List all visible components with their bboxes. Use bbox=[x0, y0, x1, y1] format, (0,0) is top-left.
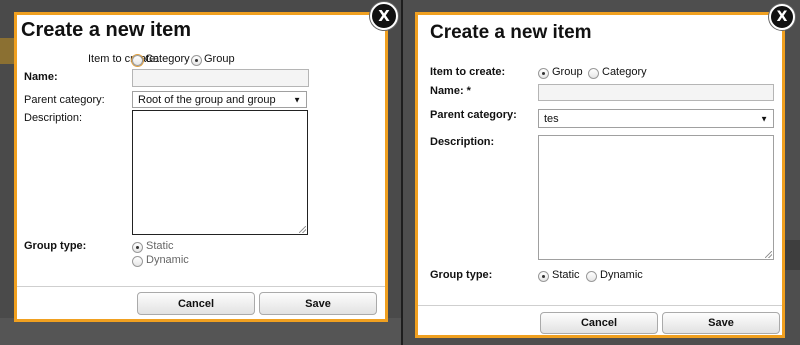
parent-category-value: Root of the group and group bbox=[138, 93, 276, 106]
dynamic-option-label[interactable]: Dynamic bbox=[146, 254, 189, 266]
description-label: Description: bbox=[24, 112, 83, 124]
create-item-dialog: Create a new item Item to create: Group … bbox=[415, 12, 785, 338]
description-textarea[interactable] bbox=[132, 110, 308, 235]
name-input[interactable] bbox=[538, 84, 774, 101]
description-label: Description: bbox=[430, 136, 495, 148]
static-option-label[interactable]: Static bbox=[552, 269, 580, 281]
name-label: Name: * bbox=[430, 85, 471, 97]
dropdown-arrow-icon: ▼ bbox=[293, 95, 301, 104]
background-footer bbox=[0, 318, 401, 345]
category-option-label[interactable]: Category bbox=[145, 53, 190, 65]
name-label: Name: bbox=[24, 71, 58, 83]
parent-category-select[interactable]: tes ▼ bbox=[538, 109, 774, 128]
dialog-title: Create a new item bbox=[430, 22, 592, 43]
name-input[interactable] bbox=[132, 69, 309, 87]
parent-category-label: Parent category: bbox=[430, 109, 517, 121]
left-screenshot: Create a new item Item to create: Catego… bbox=[0, 0, 401, 345]
dynamic-option-label[interactable]: Dynamic bbox=[600, 269, 643, 281]
close-icon[interactable]: X bbox=[370, 2, 398, 30]
cancel-button[interactable]: Cancel bbox=[137, 292, 255, 315]
parent-category-label: Parent category: bbox=[24, 94, 105, 106]
save-button[interactable]: Save bbox=[259, 292, 377, 315]
background-header-strip bbox=[0, 38, 14, 64]
group-option-label[interactable]: Group bbox=[552, 66, 583, 78]
dialog-footer-divider bbox=[17, 286, 385, 287]
item-to-create-label: Item to create: bbox=[430, 66, 506, 78]
category-option-label[interactable]: Category bbox=[602, 66, 647, 78]
resize-grip-icon[interactable] bbox=[765, 251, 772, 258]
category-radio[interactable] bbox=[588, 68, 599, 79]
create-item-dialog: Create a new item Item to create: Catego… bbox=[14, 12, 388, 322]
dynamic-radio[interactable] bbox=[586, 271, 597, 282]
cancel-button[interactable]: Cancel bbox=[540, 312, 658, 334]
static-option-label[interactable]: Static bbox=[146, 240, 174, 252]
static-radio[interactable] bbox=[538, 271, 549, 282]
group-radio[interactable] bbox=[191, 55, 202, 66]
save-button[interactable]: Save bbox=[662, 312, 780, 334]
group-radio[interactable] bbox=[538, 68, 549, 79]
parent-category-value: tes bbox=[544, 112, 559, 125]
group-type-label: Group type: bbox=[430, 269, 493, 281]
background-fragment bbox=[783, 240, 800, 270]
resize-grip-icon[interactable] bbox=[299, 226, 306, 233]
close-icon[interactable]: X bbox=[769, 4, 795, 30]
group-type-label: Group type: bbox=[24, 240, 87, 252]
right-screenshot: Create a new item Item to create: Group … bbox=[403, 0, 800, 345]
dialog-title: Create a new item bbox=[21, 19, 192, 41]
group-option-label[interactable]: Group bbox=[204, 53, 235, 65]
description-textarea[interactable] bbox=[538, 135, 774, 260]
dropdown-arrow-icon: ▼ bbox=[760, 114, 768, 123]
dialog-footer-divider bbox=[418, 305, 782, 306]
category-radio[interactable] bbox=[132, 55, 143, 66]
parent-category-select[interactable]: Root of the group and group ▼ bbox=[132, 91, 307, 108]
static-radio[interactable] bbox=[132, 242, 143, 253]
dynamic-radio[interactable] bbox=[132, 256, 143, 267]
